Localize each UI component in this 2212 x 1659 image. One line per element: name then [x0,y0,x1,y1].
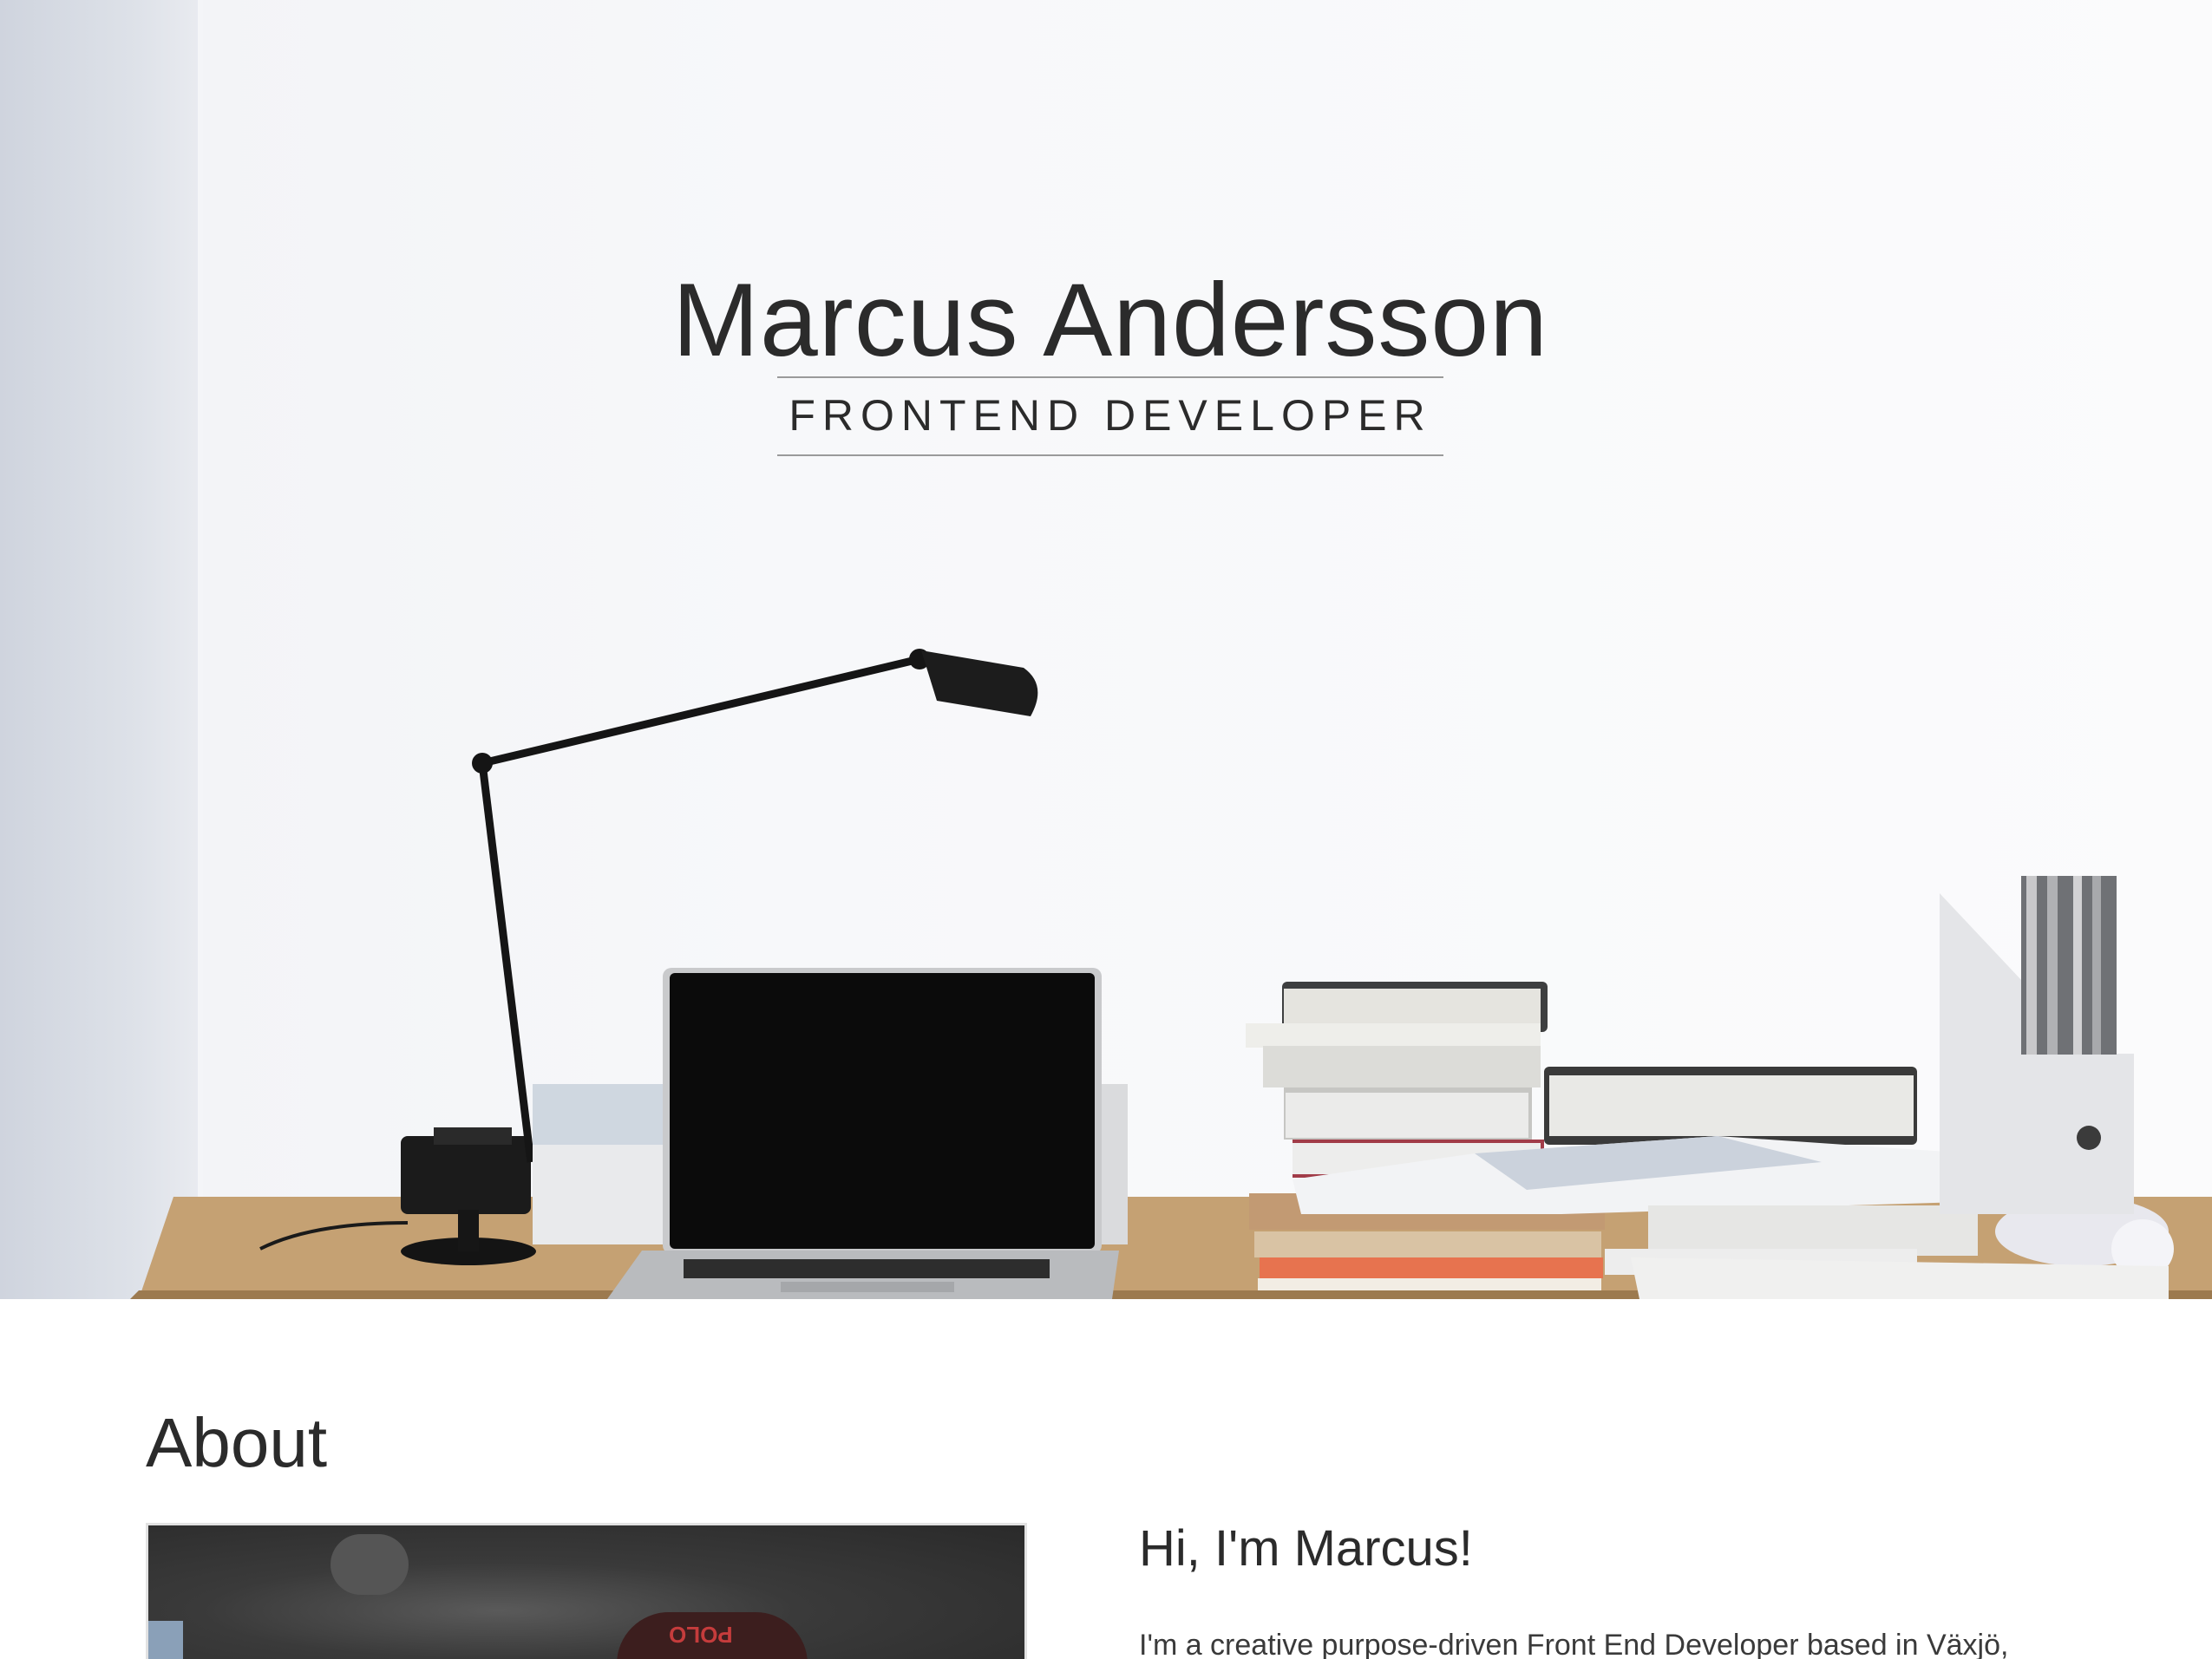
photo-cap: POLO [617,1612,808,1659]
hero-subtitle: FRONTEND DEVELOPER [789,391,1432,440]
hero-rule-bottom [777,454,1443,456]
photo-window [148,1621,183,1659]
laptop [607,968,1119,1299]
photo-detail [330,1534,409,1595]
hero-title: Marcus Andersson [672,262,1548,378]
about-heading: About [146,1404,328,1481]
hero-rule-top [777,376,1443,378]
magazine-holder [1940,876,2134,1214]
about-greeting: Hi, I'm Marcus! [1139,1520,1473,1577]
about-intro-text: I'm a creative purpose-driven Front End … [1139,1629,2009,1659]
hero-desk-photo [130,649,2212,1299]
profile-photo: POLO [146,1523,1027,1659]
white-box-top [533,1084,663,1145]
photo-cap-text: POLO [669,1622,733,1648]
hero-banner: Marcus Andersson FRONTEND DEVELOPER [0,0,2212,1299]
